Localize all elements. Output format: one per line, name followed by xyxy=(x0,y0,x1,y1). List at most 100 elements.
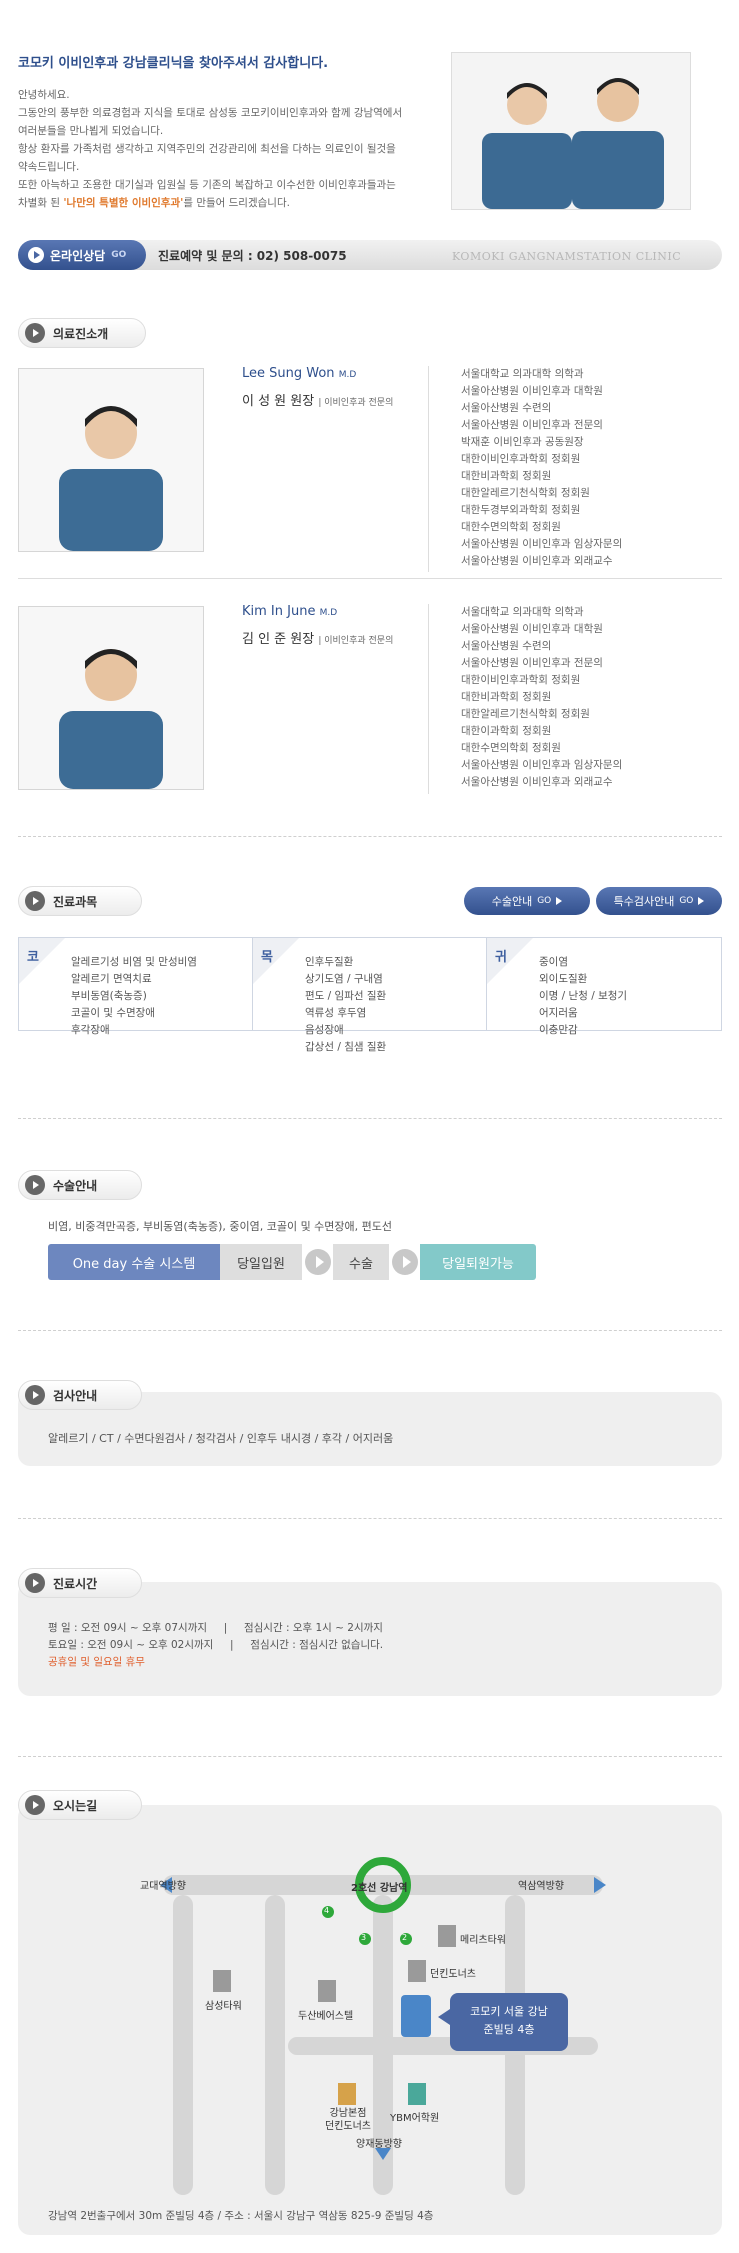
highlight-text: '나만의 특별한 이비인후과' xyxy=(63,197,184,209)
map-label-west: 교대역방향 xyxy=(140,1881,186,1892)
hours-row-weekday: 평 일 : 오전 09시 ~ 오후 07시까지 | 점심시간 : 오후 1시 ~… xyxy=(48,1622,383,1634)
bullet-play-icon xyxy=(25,891,45,911)
list-item: 서울아산병원 수련의 xyxy=(461,402,552,414)
list-item: 대한이비인후과학회 정회원 xyxy=(461,674,581,686)
map-label-east: 역삼역방향 xyxy=(518,1881,564,1892)
bullet-play-icon xyxy=(25,1573,45,1593)
list-item: 서울아산병원 이비인후과 대학원 xyxy=(461,385,603,397)
doctor-name-english: Kim In June M.D xyxy=(242,604,338,619)
list-item: 외이도질환 xyxy=(539,973,588,985)
list-item: 인후두질환 xyxy=(305,956,354,968)
bullet-play-icon xyxy=(25,323,45,343)
list-item: 음성장애 xyxy=(305,1024,344,1036)
bullet-play-icon xyxy=(25,1795,45,1815)
doctors-photo xyxy=(451,52,691,210)
oneday-system-label: One day 수술 시스템 xyxy=(48,1244,220,1280)
map-label-dunkin: 던킨도너츠 xyxy=(430,1969,476,1980)
dashed-divider xyxy=(18,1756,722,1757)
doctor-career-list: 서울대학교 의과대학 의학과 서울아산병원 이비인후과 대학원 서울아산병원 수련의… xyxy=(428,604,698,794)
map-panel: 교대역방향 2호선 강남역 역삼역방향 4 3 2 메리츠타워 삼성타워 던킨도… xyxy=(18,1805,722,2235)
list-item: 알레르기 면역치료 xyxy=(71,973,152,985)
list-item: 이명 / 난청 / 보청기 xyxy=(539,990,628,1002)
bullet-play-icon xyxy=(25,1175,45,1195)
hours-row-saturday: 토요일 : 오전 09시 ~ 오후 02시까지 | 점심시간 : 점심시간 없습… xyxy=(48,1639,384,1651)
list-item: 역류성 후두염 xyxy=(305,1007,367,1019)
list-item: 후각장애 xyxy=(71,1024,110,1036)
map-label-south: 양재동방향 xyxy=(356,2139,402,2150)
doctor-photo xyxy=(18,606,204,790)
surgery-list: 비염, 비중격만곡증, 부비동염(축농증), 중이염, 코골이 및 수면장애, … xyxy=(48,1220,393,1233)
bullet-play-icon xyxy=(25,1385,45,1405)
doctor-name-korean: 김 인 준 원장 | 이비인후과 전문의 xyxy=(242,632,394,647)
arrow-right-icon xyxy=(698,897,705,905)
section-header-exam: 검사안내 xyxy=(18,1380,142,1410)
surgery-info-button[interactable]: 수술안내 GO xyxy=(464,887,590,915)
brand-name-english: KOMOKI GANGNAMSTATION CLINIC xyxy=(452,250,682,263)
intro-line: 또한 아늑하고 조용한 대기실과 입원실 등 기존의 복잡하고 이수선한 이비인… xyxy=(18,179,396,191)
divider xyxy=(18,578,722,579)
list-item: 서울아산병원 이비인후과 전문의 xyxy=(461,657,603,669)
list-item: 대한수면의학회 정회원 xyxy=(461,742,561,754)
intro-line: 차별화 된 '나만의 특별한 이비인후과'를 만들어 드리겠습니다. xyxy=(18,197,290,209)
hours-table: 평 일 : 오전 09시 ~ 오후 07시까지 | 점심시간 : 오후 1시 ~… xyxy=(48,1620,383,1671)
intro-title: 코모키 이비인후과 강남클리닉을 찾아주셔서 감사합니다. xyxy=(18,56,329,71)
intro-line: 그동안의 풍부한 의료경험과 지식을 토대로 삼성동 코모키이비인후과와 함께 … xyxy=(18,107,403,119)
dashed-divider xyxy=(18,1118,722,1119)
exam-list: 알레르기 / CT / 수면다원검사 / 청각검사 / 인후두 내시경 / 후각… xyxy=(48,1432,394,1445)
step-admission: 당일입원 xyxy=(220,1244,302,1280)
doctor-photo xyxy=(18,368,204,552)
list-item: 상기도염 / 구내염 xyxy=(305,973,383,985)
doctor-name-korean: 이 성 원 원장 | 이비인후과 전문의 xyxy=(242,394,394,409)
intro-text: 안녕하세요. 그동안의 풍부한 의료경험과 지식을 토대로 삼성동 코모키이비인… xyxy=(18,86,438,212)
step-arrow-icon xyxy=(392,1249,418,1275)
play-icon xyxy=(28,247,44,263)
list-item: 대한수면의학회 정회원 xyxy=(461,521,561,533)
list-item: 서울대학교 의과대학 의학과 xyxy=(461,368,584,380)
arrow-right-icon xyxy=(556,897,563,905)
list-item: 이충만감 xyxy=(539,1024,578,1036)
exit-number: 2 xyxy=(402,1933,408,1942)
list-item: 대한비과학회 정회원 xyxy=(461,691,552,703)
map-label-station: 2호선 강남역 xyxy=(351,1883,408,1894)
intro-line: 항상 환자를 가족처럼 생각하고 지역주민의 건강관리에 최선을 다하는 의료인… xyxy=(18,143,396,155)
dashed-divider xyxy=(18,836,722,837)
map-label-meritz: 메리츠타워 xyxy=(460,1935,506,1946)
step-arrow-icon xyxy=(305,1249,331,1275)
department-box-ear: 귀 중이염 외이도질환 이명 / 난청 / 보청기 어지러움 이충만감 xyxy=(486,937,722,1036)
dashed-divider xyxy=(18,1518,722,1519)
section-header-departments: 진료과목 xyxy=(18,886,142,916)
reservation-phone: 진료예약 및 문의 : 02) 508-0075 xyxy=(158,249,347,263)
online-consult-button[interactable]: 온라인상담 GO xyxy=(18,240,146,270)
address-text: 강남역 2번출구에서 30m 준빌딩 4층 / 주소 : 서울시 강남구 역삼동… xyxy=(48,2210,434,2222)
intro-line: 약속드립니다. xyxy=(18,161,80,173)
list-item: 어지러움 xyxy=(539,1007,578,1019)
exit-number: 4 xyxy=(324,1906,330,1915)
list-item: 부비동염(축농증) xyxy=(71,990,147,1002)
section-header-surgery: 수술안내 xyxy=(18,1170,142,1200)
holiday-notice: 공휴일 및 일요일 휴무 xyxy=(48,1656,145,1668)
section-header-hours: 진료시간 xyxy=(18,1568,142,1598)
list-item: 대한알레르기천식학회 정회원 xyxy=(461,487,590,499)
doctor-name-english: Lee Sung Won M.D xyxy=(242,366,357,381)
department-box-throat: 목 인후두질환 상기도염 / 구내염 편도 / 임파선 질환 역류성 후두염 음성장애 갑… xyxy=(252,937,487,1053)
list-item: 대한비과학회 정회원 xyxy=(461,470,552,482)
list-item: 대한이과학회 정회원 xyxy=(461,725,552,737)
exit-number: 3 xyxy=(361,1933,367,1942)
special-exam-button[interactable]: 특수검사안내 GO xyxy=(596,887,722,915)
list-item: 서울아산병원 이비인후과 전문의 xyxy=(461,419,603,431)
list-item: 대한두경부외과학회 정회원 xyxy=(461,504,581,516)
section-header-doctors: 의료진소개 xyxy=(18,318,146,348)
list-item: 편도 / 임파선 질환 xyxy=(305,990,387,1002)
list-item: 중이염 xyxy=(539,956,568,968)
list-item: 대한이비인후과학회 정회원 xyxy=(461,453,581,465)
list-item: 서울아산병원 이비인후과 임상자문의 xyxy=(461,759,623,771)
list-item: 서울아산병원 이비인후과 임상자문의 xyxy=(461,538,623,550)
intro-line: 안녕하세요. xyxy=(18,89,70,101)
clinic-callout: 코모키 서울 강남 준빌딩 4층 xyxy=(470,2005,548,2036)
list-item: 알레르기성 비염 및 만성비염 xyxy=(71,956,197,968)
step-surgery: 수술 xyxy=(333,1244,389,1280)
map-label-gangnam-branch: 강남본점 던킨도너츠 xyxy=(325,2108,371,2132)
list-item: 코골이 및 수면장애 xyxy=(71,1007,155,1019)
list-item: 서울아산병원 이비인후과 대학원 xyxy=(461,623,603,635)
section-header-directions: 오시는길 xyxy=(18,1790,142,1820)
